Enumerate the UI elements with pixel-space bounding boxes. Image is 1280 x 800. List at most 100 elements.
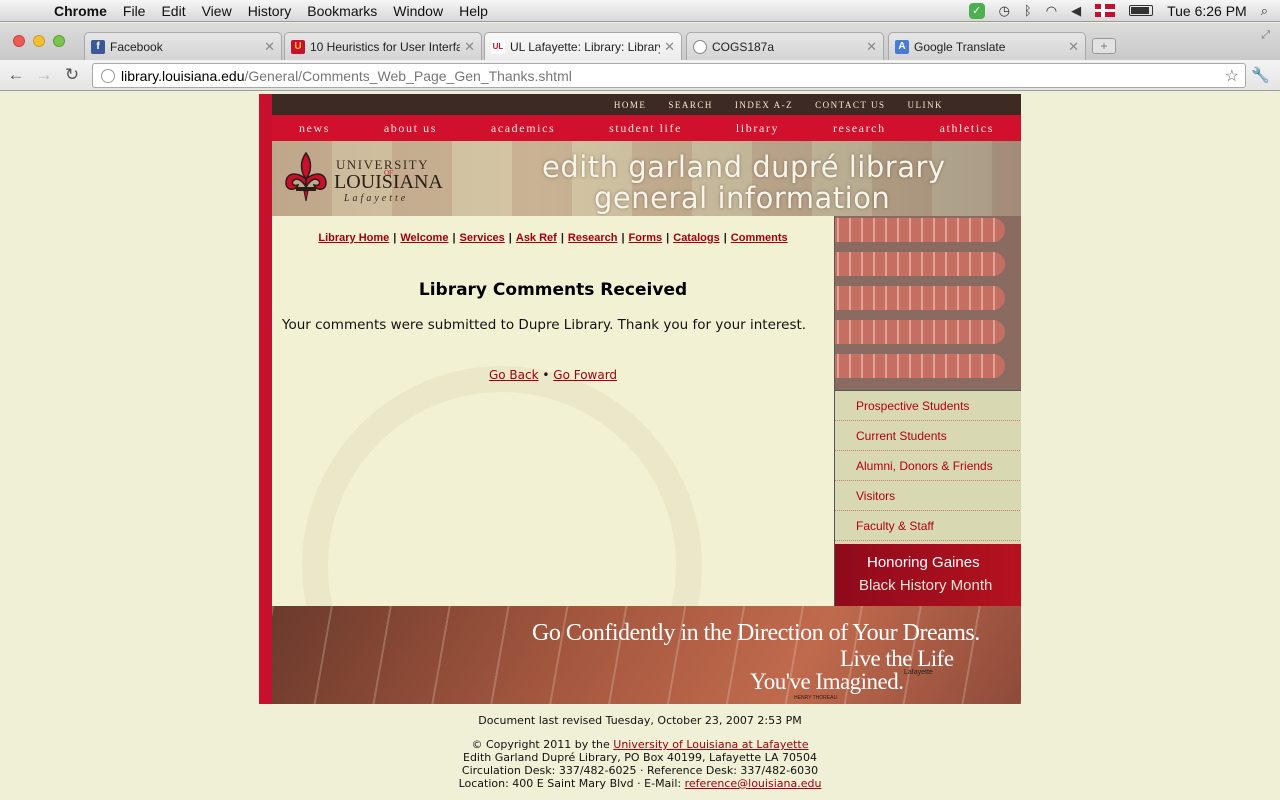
university-link[interactable]: University of Louisiana at Lafayette	[613, 738, 808, 751]
black-history-promo[interactable]: Honoring Gaines Black History Month	[834, 544, 1021, 606]
reload-button[interactable]: ↻	[60, 65, 84, 85]
subnav-ask-ref[interactable]: Ask Ref	[516, 232, 557, 244]
battery-icon[interactable]	[1129, 5, 1154, 16]
menu-edit[interactable]: Edit	[153, 3, 193, 19]
menu-file[interactable]: File	[115, 3, 154, 19]
page-title: Library Comments Received	[418, 280, 688, 300]
subnav-catalogs[interactable]: Catalogs	[673, 232, 719, 244]
side-link-prospective-students[interactable]: Prospective Students	[835, 391, 1020, 421]
subnav-research[interactable]: Research	[568, 232, 618, 244]
close-window-button[interactable]	[13, 35, 25, 47]
quote-lafayette: Lafayette	[904, 669, 933, 676]
side-link-alumni[interactable]: Alumni, Donors & Friends	[835, 451, 1020, 481]
side-link-visitors[interactable]: Visitors	[835, 481, 1020, 511]
time-machine-icon[interactable]: ◷	[999, 3, 1010, 19]
globe-favicon-icon	[693, 39, 707, 54]
close-tab-icon[interactable]: ✕	[1068, 39, 1079, 55]
close-tab-icon[interactable]: ✕	[264, 39, 275, 55]
university-seal-watermark	[302, 366, 702, 606]
bluetooth-icon[interactable]: ᛒ	[1024, 3, 1032, 18]
fleur-de-lis-logo-icon[interactable]	[282, 151, 330, 203]
confirmation-message: Your comments were submitted to Dupre Li…	[282, 317, 807, 333]
library-address: Edith Garland Dupré Library, PO Box 4019…	[463, 751, 817, 764]
url-path: /General/Comments_Web_Page_Gen_Thanks.sh…	[244, 67, 572, 84]
facebook-favicon-icon: f	[91, 39, 105, 54]
quote-line1: Go Confidently in the Direction of Your …	[532, 620, 980, 646]
close-tab-icon[interactable]: ✕	[866, 39, 877, 55]
util-link-ulink[interactable]: ULINK	[908, 100, 944, 110]
minimize-window-button[interactable]	[33, 35, 45, 47]
banner-title-library: edith garland dupré library	[542, 150, 946, 184]
menu-bookmarks[interactable]: Bookmarks	[299, 3, 385, 19]
address-bar[interactable]: library.louisiana.edu/General/Comments_W…	[92, 63, 1246, 88]
main-nav: news about us academics student life lib…	[272, 115, 1021, 141]
last-revised: Document last revised Tuesday, October 2…	[478, 714, 802, 727]
subnav-forms[interactable]: Forms	[629, 232, 663, 244]
close-tab-icon[interactable]: ✕	[464, 39, 475, 55]
tab-heuristics[interactable]: U 10 Heuristics for User Interfa ✕	[284, 32, 482, 60]
side-link-faculty-staff[interactable]: Faculty & Staff	[835, 511, 1020, 541]
nav-news[interactable]: news	[299, 121, 330, 136]
forward-button[interactable]: →	[32, 65, 56, 85]
side-link-current-students[interactable]: Current Students	[835, 421, 1020, 451]
copyright-line: © Copyright 2011 by the University of Lo…	[259, 738, 1021, 751]
left-red-bar	[259, 94, 272, 704]
wifi-icon[interactable]: ◠	[1046, 3, 1057, 19]
tab-google-translate[interactable]: A Google Translate ✕	[888, 32, 1086, 60]
audience-menu: Prospective Students Current Students Al…	[834, 391, 1021, 544]
mac-menubar: Chrome File Edit View History Bookmarks …	[0, 0, 1280, 22]
menu-app-name[interactable]: Chrome	[44, 3, 115, 19]
main-content: Library Home | Welcome | Services | Ask Ref | Re…	[272, 216, 834, 606]
url-host: library.louisiana.edu	[121, 67, 245, 84]
location-line: Location: 400 E Saint Mary Blvd · E-Mail…	[259, 777, 1021, 790]
logo-louisiana: LOUISIANA	[334, 171, 443, 193]
subnav-welcome[interactable]: Welcome	[400, 232, 448, 244]
util-link-index[interactable]: INDEX A-Z	[735, 100, 793, 110]
subnav-comments[interactable]: Comments	[731, 232, 788, 244]
tab-cogs187a[interactable]: COGS187a ✕	[686, 32, 884, 60]
fullscreen-icon[interactable]: ⤢	[1261, 29, 1270, 42]
nav-library[interactable]: library	[736, 121, 779, 136]
tab-ul-library[interactable]: UL UL Lafayette: Library: Library ✕	[484, 32, 682, 60]
quote-credit: HENRY THOREAU	[794, 695, 838, 701]
menu-history[interactable]: History	[240, 3, 300, 19]
back-button[interactable]: ←	[4, 65, 28, 85]
side-photo-columns	[834, 216, 1021, 391]
zoom-window-button[interactable]	[53, 35, 65, 47]
volume-icon[interactable]: ◀︎	[1071, 3, 1081, 19]
page-info-icon[interactable]	[101, 68, 115, 83]
wrench-menu-icon[interactable]: 🔧	[1251, 66, 1270, 84]
subnav-services[interactable]: Services	[460, 232, 505, 244]
go-forward-link[interactable]: Go Foward	[553, 368, 617, 382]
close-tab-icon[interactable]: ✕	[664, 39, 675, 55]
back-forward-links: Go Back • Go Foward	[272, 368, 834, 382]
nav-student-life[interactable]: student life	[609, 121, 682, 136]
promo-line1: Honoring Gaines	[867, 554, 980, 571]
input-source-flag-icon[interactable]	[1095, 4, 1116, 17]
footer-quote-banner: Go Confidently in the Direction of Your …	[272, 606, 1021, 704]
menu-help[interactable]: Help	[451, 3, 496, 19]
bullet-separator: •	[542, 368, 550, 382]
nav-about-us[interactable]: about us	[384, 121, 437, 136]
tab-facebook[interactable]: f Facebook ✕	[84, 32, 282, 60]
new-tab-button[interactable]: +	[1092, 38, 1116, 54]
go-back-link[interactable]: Go Back	[489, 368, 539, 382]
banner-title-general-info: general information	[594, 181, 891, 215]
nav-athletics[interactable]: athletics	[940, 121, 994, 136]
util-link-home[interactable]: HOME	[614, 100, 647, 110]
ul-favicon-icon: UL	[491, 39, 505, 54]
reference-email-link[interactable]: reference@louisiana.edu	[685, 777, 822, 790]
menu-view[interactable]: View	[194, 3, 240, 19]
util-link-contact[interactable]: CONTACT US	[815, 100, 885, 110]
spotlight-search-icon[interactable]: ⌕	[1261, 3, 1268, 19]
menu-window[interactable]: Window	[385, 3, 451, 19]
menubar-clock[interactable]: Tue 6:26 PM	[1167, 3, 1247, 19]
subnav-library-home[interactable]: Library Home	[318, 232, 389, 244]
evernote-status-icon[interactable]: ✓	[968, 2, 985, 19]
browser-toolbar: ← → ↻ library.louisiana.edu/General/Comm…	[0, 60, 1280, 91]
nav-research[interactable]: research	[833, 121, 886, 136]
bookmark-star-icon[interactable]: ☆	[1225, 66, 1239, 86]
tab-strip: f Facebook ✕ U 10 Heuristics for User In…	[0, 23, 1280, 60]
nav-academics[interactable]: academics	[491, 121, 555, 136]
util-link-search[interactable]: SEARCH	[668, 100, 713, 110]
